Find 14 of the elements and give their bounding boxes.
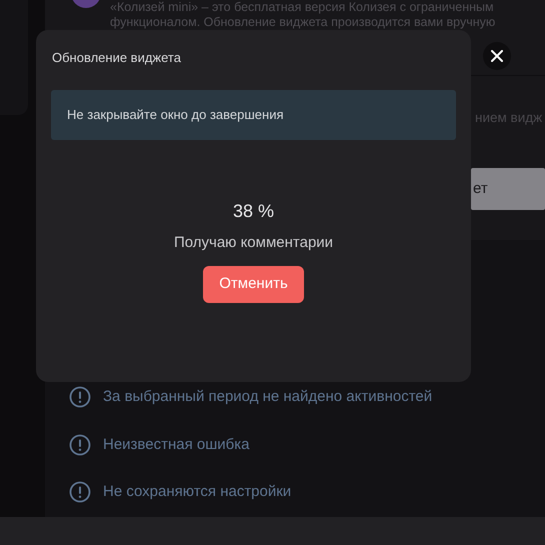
cancel-button[interactable]: Отменить	[203, 266, 304, 302]
progress-percent: 38 %	[232, 200, 276, 222]
issue-link[interactable]: За выбранный период не найдено активностей	[103, 386, 432, 408]
close-icon	[491, 50, 503, 62]
warning-icon	[69, 434, 91, 456]
status-text: Получаю комментарии	[172, 232, 334, 252]
issue-link[interactable]: Не сохраняются настройки	[103, 481, 292, 504]
dialog-title: Обновление виджета	[52, 49, 182, 67]
notice-banner: Не закрывайте окно до завершения	[51, 90, 456, 140]
action-button[interactable]: ет	[471, 168, 545, 210]
issue-link[interactable]: Неизвестная ошибка	[103, 434, 250, 456]
description-text: «Колизей mini» – это бесплатная версия Колизея с ограниченным функционалом. Обновление виджета производится вами вручную	[110, 0, 496, 29]
warning-icon	[69, 481, 91, 504]
warning-icon	[69, 386, 91, 408]
